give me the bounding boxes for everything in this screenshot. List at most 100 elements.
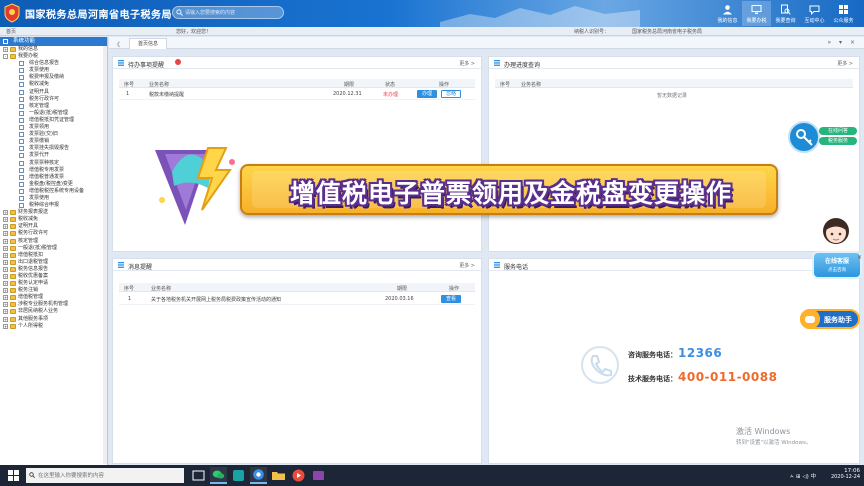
expand-icon[interactable]: + (3, 281, 8, 287)
sidebar-item[interactable]: 发票代开 (0, 152, 107, 159)
sidebar-item[interactable]: 税种综合申报 (0, 202, 107, 209)
apply-more-link[interactable]: 更多 > (837, 60, 853, 67)
sidebar-scrollbar[interactable] (103, 46, 107, 464)
folder-icon (10, 54, 16, 60)
expand-icon[interactable]: + (3, 259, 8, 265)
expand-icon[interactable]: + (3, 238, 8, 244)
ignore-button[interactable]: 忽略 (441, 90, 461, 98)
expand-icon[interactable]: + (3, 224, 8, 230)
sidebar-item[interactable]: 金税盘(税控盘)变更 (0, 181, 107, 188)
tab-home-info[interactable]: 首页信息 (129, 38, 168, 49)
sidebar-item[interactable]: 发票使用 (0, 195, 107, 202)
sidebar-item-label: 税务行政许可 (18, 230, 49, 237)
search-input[interactable] (185, 8, 281, 18)
sidebar-item[interactable]: 增值税普通发票 (0, 174, 107, 181)
wechat-icon[interactable] (210, 467, 227, 484)
sidebar-item[interactable]: + 我的信息 (0, 46, 107, 53)
collapse-icon[interactable] (3, 39, 8, 44)
taskbar-search-input[interactable] (38, 471, 178, 480)
sidebar-item[interactable]: 增值税抵扣凭证管理 (0, 117, 107, 124)
task-view-icon[interactable] (190, 467, 207, 484)
sidebar-item[interactable]: 增值税税控系统专用设备 (0, 188, 107, 195)
expand-icon[interactable]: + (3, 210, 8, 216)
sidebar-item[interactable]: + 税务行政许可 (0, 230, 107, 237)
do-tax-button[interactable]: 我要办税 (742, 1, 771, 26)
notice-more-link[interactable]: 更多 > (459, 262, 475, 269)
sidebar-item[interactable]: + 其他服务事项 (0, 316, 107, 323)
document-icon (19, 181, 24, 187)
taxpayer-id-label: 纳税人识别号： (574, 29, 610, 35)
document-icon (19, 203, 24, 209)
expand-icon[interactable]: + (3, 316, 8, 322)
sidebar-item[interactable]: + 非居民纳税人业务 (0, 308, 107, 315)
sidebar-item[interactable]: 发票验(交)旧 (0, 131, 107, 138)
clock-date: 2020-12-24 (830, 474, 860, 480)
key-icon[interactable] (788, 121, 820, 153)
expand-icon[interactable]: + (3, 274, 8, 279)
windows-start-icon[interactable] (8, 470, 19, 481)
expand-icon[interactable]: + (3, 302, 8, 308)
sidebar-item[interactable]: 增值税专用发票 (0, 167, 107, 174)
document-icon (19, 188, 24, 194)
sidebar-item[interactable]: + 一般退(抵)税管理 (0, 245, 107, 252)
sidebar-item[interactable]: 税收减免 (0, 81, 107, 88)
sidebar-item[interactable]: + 财务报表报送 (0, 209, 107, 216)
apply-grid-header: 序号 业务名称 (495, 79, 853, 88)
home-link[interactable]: 首页 (6, 28, 16, 35)
sidebar-item[interactable]: 一般退(抵)税管理 (0, 110, 107, 117)
sidebar-item[interactable]: 发票票种核定 (0, 160, 107, 167)
sidebar-item[interactable]: + 税务认定申请 (0, 280, 107, 287)
folder-icon (10, 309, 16, 315)
close-icon[interactable]: × (857, 254, 862, 261)
expand-icon[interactable]: + (3, 217, 8, 223)
sidebar-item[interactable]: + 个人所得税 (0, 323, 107, 330)
view-button[interactable]: 查看 (441, 295, 461, 303)
expand-icon[interactable]: + (3, 323, 8, 329)
public-service-button[interactable]: 公众服务 (829, 1, 858, 26)
media-icon[interactable] (290, 467, 307, 484)
document-icon (19, 82, 24, 88)
sidebar-item-label: 增值税普通发票 (29, 173, 65, 180)
sidebar-item[interactable]: + 税务信息报告 (0, 266, 107, 273)
app-icon[interactable] (230, 467, 247, 484)
handle-button[interactable]: 办理 (417, 90, 437, 98)
expand-icon[interactable]: + (3, 252, 8, 258)
todo-more-link[interactable]: 更多 > (459, 60, 475, 67)
service-assistant-button[interactable]: 服务助手 (800, 309, 860, 329)
sidebar-item[interactable]: + 出口退税管理 (0, 259, 107, 266)
expand-icon[interactable]: + (3, 295, 8, 301)
sidebar-item[interactable]: 税务行政许可 (0, 96, 107, 103)
sidebar-item[interactable]: 发票挂失损毁报告 (0, 145, 107, 152)
sidebar-item[interactable]: 税费申报及缴纳 (0, 74, 107, 81)
browser-icon[interactable] (250, 467, 267, 484)
expand-icon[interactable]: + (3, 266, 8, 272)
sidebar-item[interactable]: + 税收减免 (0, 216, 107, 223)
taskbar-search[interactable] (26, 468, 184, 483)
collapse-icon[interactable]: - (3, 54, 8, 60)
expand-icon[interactable]: + (3, 245, 8, 251)
recorder-icon[interactable] (310, 467, 327, 484)
sidebar-item[interactable]: + 增值税抵扣 (0, 252, 107, 259)
sidebar-item[interactable]: + 核定管理 (0, 238, 107, 245)
query-button[interactable]: 我要查询 (771, 1, 800, 26)
sidebar-item[interactable]: 证明开具 (0, 89, 107, 96)
tab-prev-button[interactable]: 《 (114, 40, 120, 49)
sidebar-item[interactable]: 核定管理 (0, 103, 107, 110)
sidebar-item[interactable]: 综合信息报告 (0, 60, 107, 67)
sidebar-item[interactable]: + 证明开具 (0, 223, 107, 230)
tray-icons[interactable]: ㅅ ⊞ ◁) 中 (789, 472, 816, 480)
expand-icon[interactable]: + (3, 288, 8, 294)
sidebar-item[interactable]: + 税务注销 (0, 287, 107, 294)
interaction-center-button[interactable]: 互动中心 (800, 1, 829, 26)
tax-service-link[interactable]: 税务服务 (819, 137, 857, 145)
folder-icon[interactable] (270, 467, 287, 484)
sidebar-item[interactable]: + 税收优惠备案 (0, 273, 107, 280)
online-qa-link[interactable]: 在线问答 (819, 127, 857, 135)
expand-icon[interactable]: + (3, 309, 8, 315)
tab-tools[interactable]: » ▾ × (827, 39, 858, 46)
expand-icon[interactable]: + (3, 231, 8, 237)
my-info-button[interactable]: 我的信息 (713, 1, 742, 26)
online-service-button[interactable]: 在线客服 点击咨询 (812, 251, 862, 279)
global-search[interactable] (172, 6, 284, 19)
expand-icon[interactable]: + (3, 47, 8, 52)
